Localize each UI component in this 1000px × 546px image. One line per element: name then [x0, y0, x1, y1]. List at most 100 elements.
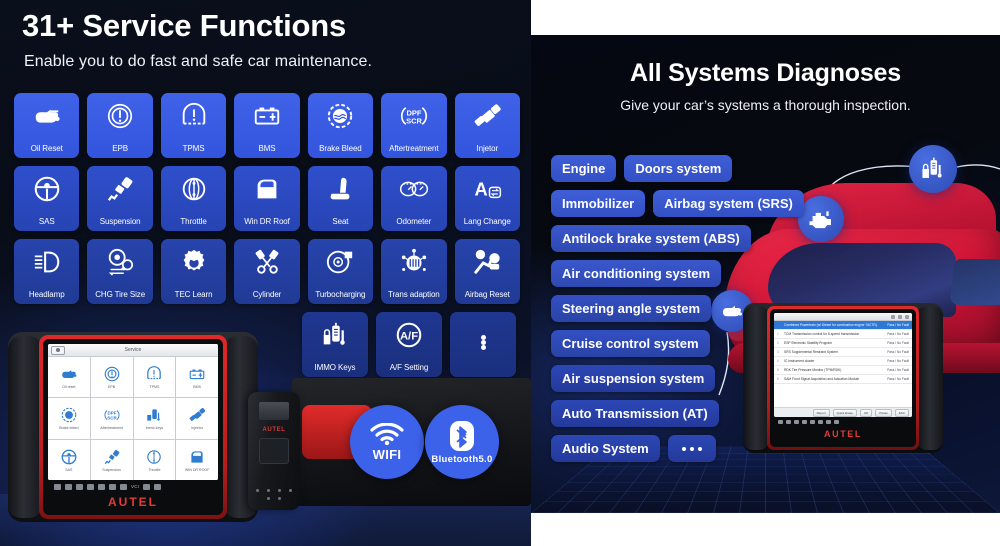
- system-pill-more[interactable]: [667, 435, 716, 462]
- service-tile-chg-tire-size[interactable]: CHG Tire Size: [87, 239, 153, 304]
- system-pill-engine[interactable]: Engine: [551, 155, 617, 182]
- tablet-app-label: Throttle: [148, 467, 161, 472]
- service-row-3: Headlamp CHG Tire Size TEC Learn Cylinde…: [14, 239, 520, 304]
- system-pill-steering-angle[interactable]: Steering angle system: [551, 295, 711, 322]
- screenshot-icon[interactable]: [98, 483, 105, 490]
- toolbox-icon[interactable]: [120, 483, 127, 490]
- table-row[interactable]: 2 ESP Electronic Stability Program Pass …: [774, 339, 912, 348]
- service-tile-airbag-reset[interactable]: Airbag Reset: [454, 239, 520, 304]
- recents-icon[interactable]: [794, 420, 799, 424]
- service-tile-headlamp[interactable]: Headlamp: [14, 239, 80, 304]
- tablet-app-oil-reset[interactable]: Oil reset: [48, 357, 90, 398]
- service-tile-lang-change[interactable]: A Lang Change: [454, 166, 520, 231]
- row-system-name: SRS Supplemental Restraint System: [784, 350, 838, 354]
- settings-icon[interactable]: [802, 420, 807, 424]
- service-tile-label: Oil Reset: [30, 144, 63, 153]
- network-icon[interactable]: [834, 420, 839, 424]
- home-icon[interactable]: [65, 483, 72, 490]
- tablet-app-aftertreatment[interactable]: DPF SCR Aftertreatment: [90, 398, 133, 439]
- service-tile-seat[interactable]: Seat: [307, 166, 374, 231]
- tablet-app-label: Aftertreatment: [100, 426, 124, 431]
- service-tile-win-dr-roof[interactable]: Win DR Roof: [234, 166, 300, 231]
- system-pill-abs[interactable]: Antilock brake system (ABS): [551, 225, 751, 252]
- service-tile-odometer[interactable]: Odometer: [381, 166, 447, 231]
- table-row[interactable]: 5 RDK Tire Pressure Monitor (TPM/RDK) Pa…: [774, 366, 912, 375]
- row-status: Pass / No Fault: [887, 359, 909, 363]
- tablet-app-sas[interactable]: SAS: [48, 439, 90, 480]
- service-tile-suspension[interactable]: Suspension: [87, 166, 153, 231]
- service-tile-throttle[interactable]: Throttle: [160, 166, 227, 231]
- table-row[interactable]: Combined Powertrain (w/ Diesel for combu…: [774, 321, 912, 330]
- vehicle-icon[interactable]: [143, 483, 151, 490]
- system-pill-air-suspension[interactable]: Air suspension system: [551, 365, 716, 392]
- recents-icon[interactable]: [76, 483, 83, 490]
- table-row[interactable]: 4 IC Instrument cluster Pass / No Fault: [774, 357, 912, 366]
- tablet-app-throttle[interactable]: Throttle: [133, 439, 176, 480]
- service-tile-label: Aftertreatment: [389, 144, 439, 153]
- suspension-icon: [104, 449, 120, 464]
- back-icon[interactable]: [54, 483, 61, 490]
- esc-button[interactable]: ESC: [894, 408, 909, 417]
- toolbox-icon[interactable]: [818, 420, 823, 424]
- service-tile-aftertreatment[interactable]: DPF SCR Aftertreatment: [381, 93, 447, 158]
- system-pill-auto-transmission[interactable]: Auto Transmission (AT): [551, 400, 719, 427]
- tablet-bezel: Service Oil reset EPB TPMS BMS Brake ble…: [43, 339, 223, 515]
- tablet-app-label: SAS: [65, 467, 73, 472]
- report-button[interactable]: Report: [812, 408, 830, 417]
- service-tile-injetor[interactable]: Injetor: [454, 93, 520, 158]
- pause-button[interactable]: Pause: [875, 408, 892, 417]
- tablet-app-tpms[interactable]: TPMS: [133, 357, 176, 398]
- service-tile-tec-learn[interactable]: TEC Learn: [160, 239, 227, 304]
- system-pill-immobilizer[interactable]: Immobilizer: [551, 190, 646, 217]
- tire-size-icon: [87, 246, 152, 278]
- quick-erase-button[interactable]: Quick Erase: [832, 408, 857, 417]
- tablet-app-win-dr-roof[interactable]: WIN DR ROOF: [176, 439, 218, 480]
- tablet-app-epb[interactable]: EPB: [90, 357, 133, 398]
- car-seat-icon: [308, 173, 373, 205]
- settings-icon[interactable]: [87, 483, 94, 490]
- bluetooth-icon: [450, 420, 474, 451]
- table-row[interactable]: 1 TCM Transmission control for 6-speed t…: [774, 330, 912, 339]
- service-tile-label: Headlamp: [28, 290, 65, 299]
- steering-wheel-icon: [14, 173, 79, 205]
- throttle-icon: [161, 173, 226, 205]
- system-pill-airbag-srs[interactable]: Airbag system (SRS): [653, 190, 804, 217]
- service-tile-tpms[interactable]: TPMS: [160, 93, 227, 158]
- service-tile-oil-reset[interactable]: Oil Reset: [14, 93, 80, 158]
- car-door-icon: [234, 173, 299, 205]
- epb-brake-icon: [87, 100, 152, 132]
- screenshot-icon[interactable]: [810, 420, 815, 424]
- tablet-app-bms[interactable]: BMS: [176, 357, 218, 398]
- service-tile-brake-bleed[interactable]: Brake Bleed: [307, 93, 374, 158]
- tablet-app-immo-keys[interactable]: Immo keys: [133, 398, 176, 439]
- tablet-app-brake-bleed[interactable]: Brake bleed: [48, 398, 90, 439]
- network-icon[interactable]: [154, 483, 162, 490]
- table-row[interactable]: 3 SRS Supplemental Restraint System Pass…: [774, 348, 912, 357]
- system-pill-audio-system[interactable]: Audio System: [551, 435, 660, 462]
- service-tile-trans-adaption[interactable]: Trans adaption: [381, 239, 447, 304]
- system-pill-cruise-control[interactable]: Cruise control system: [551, 330, 710, 357]
- tablet-app-label: EPB: [108, 385, 116, 390]
- system-pill-air-conditioning[interactable]: Air conditioning system: [551, 260, 722, 287]
- screenrecord-icon[interactable]: [109, 483, 116, 490]
- service-tile-immo-keys[interactable]: IMMO Keys: [302, 312, 368, 377]
- back-icon[interactable]: [778, 420, 783, 424]
- vehicle-icon[interactable]: [826, 420, 831, 424]
- ok-button[interactable]: OK: [859, 408, 873, 417]
- service-tile-sas[interactable]: SAS: [14, 166, 80, 231]
- immo-key-icon: [147, 409, 161, 422]
- throttle-icon: [147, 450, 162, 464]
- tablet-app-label: Immo keys: [145, 426, 164, 431]
- circle-icon-immo-key: [909, 145, 957, 193]
- service-tile-bms[interactable]: BMS: [234, 93, 300, 158]
- home-icon[interactable]: [786, 420, 791, 424]
- service-tile-epb[interactable]: EPB: [87, 93, 153, 158]
- service-tile-cylinder[interactable]: Cylinder: [234, 239, 300, 304]
- service-tile-af-setting[interactable]: A/F A/F Setting: [376, 312, 442, 377]
- system-pill-doors-system[interactable]: Doors system: [624, 155, 733, 182]
- tablet-app-injector[interactable]: Injector: [176, 398, 218, 439]
- service-tile-more[interactable]: [450, 312, 516, 377]
- service-tile-turbocharging[interactable]: Turbocharging: [307, 239, 374, 304]
- tablet-app-suspension[interactable]: Suspension: [90, 439, 133, 480]
- table-row[interactable]: 6 SAM Front Signal Acquisition and Actua…: [774, 375, 912, 384]
